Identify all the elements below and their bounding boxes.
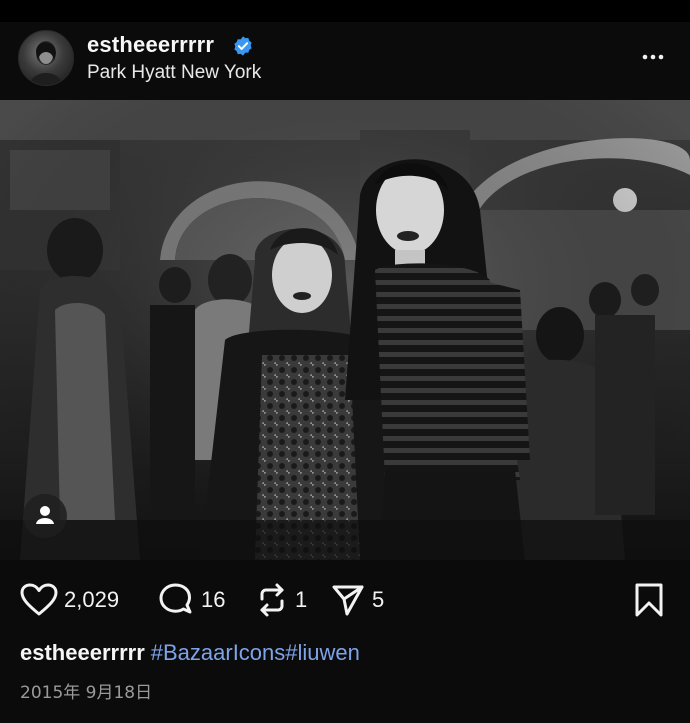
- avatar[interactable]: [18, 30, 74, 86]
- repost-icon: [260, 583, 284, 617]
- comments-count: 16: [201, 587, 226, 612]
- bookmark-icon: [635, 583, 663, 617]
- more-dots-icon[interactable]: [638, 42, 668, 72]
- user-tag-button[interactable]: [23, 494, 67, 538]
- comment-icon: [159, 583, 192, 614]
- likes-count: 2,029: [64, 587, 120, 612]
- share-icon: [332, 585, 364, 616]
- comment-button[interactable]: 16: [157, 582, 225, 618]
- post-date: 2015年 9月18日: [20, 683, 153, 703]
- repost-button[interactable]: 1: [255, 582, 307, 618]
- shares-count: 5: [372, 587, 385, 612]
- caption: estheeerrrrr #BazaarIcons#liuwen: [20, 640, 360, 666]
- user-tag-icon: [36, 506, 54, 524]
- caption-username[interactable]: estheeerrrrr: [20, 640, 145, 665]
- bookmark-button[interactable]: [632, 582, 666, 618]
- username[interactable]: estheeerrrrr: [87, 32, 214, 58]
- reposts-count: 1: [295, 587, 308, 612]
- location-label[interactable]: Park Hyatt New York: [87, 62, 261, 84]
- action-bar: 2,029 16 1 5: [0, 572, 690, 628]
- post-photo[interactable]: [0, 100, 690, 560]
- like-button[interactable]: 2,029: [20, 582, 119, 618]
- share-button[interactable]: 5: [330, 582, 384, 618]
- heart-icon: [20, 583, 58, 616]
- verified-badge-icon: [234, 36, 252, 56]
- caption-hashtags[interactable]: #BazaarIcons#liuwen: [151, 640, 360, 665]
- post-header: estheeerrrrr Park Hyatt New York: [0, 22, 690, 100]
